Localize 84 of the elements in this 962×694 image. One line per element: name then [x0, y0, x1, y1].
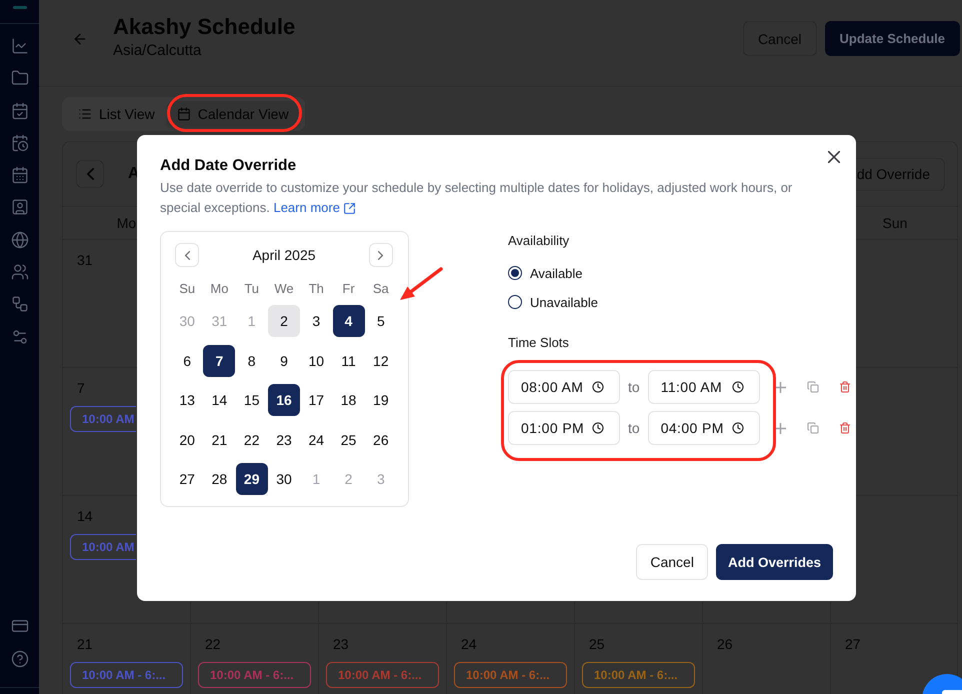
next-month-button[interactable]	[368, 243, 393, 267]
sliders-icon[interactable]	[10, 328, 28, 346]
calendar-day[interactable]: 15	[236, 384, 268, 416]
weekday-label: Tu	[244, 280, 260, 296]
learn-more-link[interactable]: Learn more	[273, 198, 356, 218]
globe-icon[interactable]	[10, 230, 28, 249]
cancel-button[interactable]: Cancel	[636, 544, 708, 580]
calendar-day[interactable]: 16	[268, 384, 300, 416]
option-label: Unavailable	[530, 294, 598, 310]
weekday-label: Th	[308, 280, 324, 296]
range-separator: to	[628, 420, 640, 436]
section-label: Availability	[508, 232, 570, 250]
calendar-day[interactable]: 5	[364, 305, 397, 337]
time-field[interactable]: 01:00 PM	[508, 411, 620, 445]
radio-button[interactable]	[508, 266, 522, 280]
calendar-check-icon[interactable]	[10, 102, 28, 120]
calendar-day[interactable]: 8	[236, 344, 268, 376]
radio-button[interactable]	[508, 295, 522, 309]
external-link-icon	[342, 202, 356, 214]
credit-card-icon[interactable]	[10, 617, 28, 635]
calendar-day[interactable]: 10	[300, 344, 332, 376]
weekday-label: Mo	[210, 280, 228, 296]
calendar-icon	[176, 107, 191, 121]
clock-icon	[732, 381, 744, 393]
chevron-left-icon[interactable]	[184, 250, 190, 260]
section-label: Time Slots	[508, 334, 570, 352]
calendar-day[interactable]: 25	[332, 424, 365, 456]
calendar-clock-icon[interactable]	[10, 134, 28, 152]
calendar-day[interactable]: 2	[268, 305, 300, 337]
time-field[interactable]: 04:00 PM	[648, 411, 760, 445]
calendar-day[interactable]: 14	[203, 384, 236, 416]
plus-icon[interactable]	[774, 382, 786, 392]
dialog-title: Add Date Override	[160, 156, 298, 176]
calendar-day[interactable]: 18	[332, 384, 365, 416]
trash-icon[interactable]	[838, 422, 851, 434]
weekday-label: Su	[179, 280, 196, 296]
calendar-day[interactable]: 4	[332, 305, 365, 337]
workflow-icon[interactable]	[10, 295, 28, 314]
calendar-day[interactable]: 9	[268, 344, 300, 376]
add-overrides-button[interactable]: Add Overrides	[716, 544, 833, 580]
calendar-day[interactable]: 23	[268, 424, 300, 456]
calendar-day[interactable]: 26	[364, 424, 397, 456]
clock-icon	[592, 422, 604, 434]
calendar-day[interactable]: 28	[203, 463, 236, 495]
time-field[interactable]: 11:00 AM	[648, 370, 760, 404]
time-field[interactable]: 08:00 AM	[508, 370, 620, 404]
clock-icon	[592, 381, 604, 393]
folder-icon[interactable]	[10, 69, 28, 88]
trash-icon[interactable]	[838, 381, 851, 393]
calendar-day[interactable]: 6	[171, 344, 204, 376]
update-schedule-button[interactable]: Update Schedule	[824, 21, 960, 56]
month-label: April 2025	[252, 247, 316, 263]
calendar-day[interactable]: 27	[171, 463, 204, 495]
calendar-day[interactable]: 12	[364, 344, 397, 376]
user-card-icon[interactable]	[10, 198, 28, 216]
users-icon[interactable]	[10, 263, 28, 282]
copy-icon[interactable]	[806, 422, 819, 434]
chevron-right-icon[interactable]	[378, 250, 384, 260]
calendar-day[interactable]: 7	[203, 344, 236, 376]
calendar-day[interactable]: 11	[332, 344, 365, 376]
calendar-day[interactable]: 19	[364, 384, 397, 416]
calendar-day[interactable]: 17	[300, 384, 332, 416]
calendar-day[interactable]: 22	[236, 424, 268, 456]
calendar-day[interactable]: 24	[300, 424, 332, 456]
logo-icon	[12, 6, 26, 9]
range-separator: to	[628, 379, 640, 395]
clock-icon	[732, 422, 744, 434]
close-icon[interactable]	[828, 151, 840, 163]
dialog-description: Use date override to customize your schedule by selecting multiple dates for holidays, adjusted work hours, or special exceptions. Learn more	[160, 178, 833, 218]
help-icon[interactable]	[10, 650, 28, 668]
weekday-label: We	[274, 280, 294, 296]
calendar-day[interactable]: 21	[203, 424, 236, 456]
calendar-day[interactable]: 29	[236, 463, 268, 495]
calendar-day[interactable]: 3	[300, 305, 332, 337]
calendar-icon[interactable]	[10, 166, 28, 184]
calendar-day[interactable]: 13	[171, 384, 204, 416]
weekday-label: Sa	[372, 280, 389, 296]
line-chart-icon[interactable]	[10, 37, 28, 55]
copy-icon[interactable]	[806, 381, 819, 393]
weekday-label: Fr	[342, 280, 355, 296]
option-label: Available	[530, 266, 583, 280]
plus-icon[interactable]	[774, 422, 786, 434]
calendar-day[interactable]: 30	[268, 463, 300, 495]
calendar-day[interactable]: 20	[171, 424, 204, 456]
